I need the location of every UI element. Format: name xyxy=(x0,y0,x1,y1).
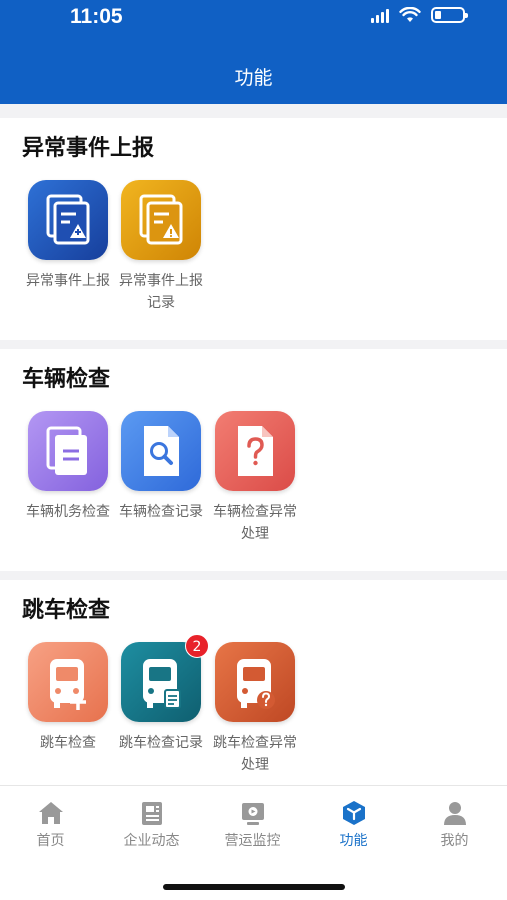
tile-label: 跳车检查异常处理 xyxy=(213,735,297,773)
document-search-icon xyxy=(121,411,201,491)
tab-label: 营运监控 xyxy=(224,833,281,849)
bottom-tab-bar: 首页 企业动态 营运监控 功能 我的 xyxy=(0,785,507,900)
tile-vehicle-maintenance-check[interactable]: 车辆机务检查 xyxy=(21,411,115,523)
tab-home[interactable]: 首页 xyxy=(0,786,101,856)
home-icon xyxy=(39,802,63,824)
tab-label: 功能 xyxy=(339,833,368,849)
function-cube-icon xyxy=(343,801,365,825)
tile-label: 跳车检查记录 xyxy=(119,735,203,751)
tab-news[interactable]: 企业动态 xyxy=(101,786,202,856)
tile-label: 跳车检查 xyxy=(40,735,96,751)
profile-icon xyxy=(444,802,466,825)
tile-label: 车辆机务检查 xyxy=(26,504,110,520)
section-bus-check: 跳车检查 跳车检查 2 跳车检查记录 跳车检查异常处理 xyxy=(0,580,507,785)
tab-function[interactable]: 功能 xyxy=(303,786,404,856)
bus-question-icon xyxy=(215,642,295,722)
tile-incident-report-records[interactable]: 异常事件上报记录 xyxy=(114,180,208,314)
header-bar: 11:05 功能 xyxy=(0,0,507,104)
tab-monitor[interactable]: 营运监控 xyxy=(202,786,303,856)
notification-badge: 2 xyxy=(185,634,209,658)
tile-vehicle-inspection-exception[interactable]: 车辆检查异常处理 xyxy=(208,411,302,545)
tile-label: 异常事件上报 xyxy=(26,273,110,289)
section-title: 车辆检查 xyxy=(22,367,111,392)
tile-incident-report[interactable]: 异常事件上报 xyxy=(21,180,115,292)
section-vehicle-inspection: 车辆检查 车辆机务检查 车辆检查记录 车辆检查异常处理 xyxy=(0,349,507,571)
section-title: 异常事件上报 xyxy=(22,136,155,161)
tile-bus-check-records[interactable]: 2 跳车检查记录 xyxy=(114,634,209,754)
news-icon xyxy=(142,802,162,825)
tab-label: 我的 xyxy=(440,833,469,849)
page-title: 功能 xyxy=(234,67,273,89)
tab-label: 企业动态 xyxy=(123,833,180,849)
home-indicator xyxy=(163,884,345,890)
document-copy-icon xyxy=(28,411,108,491)
bus-record-icon: 2 xyxy=(121,634,209,722)
tile-label: 车辆检查记录 xyxy=(119,504,203,520)
section-incident-report: 异常事件上报 异常事件上报 异常事件上报记录 xyxy=(0,118,507,340)
bus-add-icon xyxy=(28,642,108,722)
report-warning-icon xyxy=(121,180,201,260)
wifi-icon xyxy=(399,7,421,22)
tab-label: 首页 xyxy=(36,833,65,849)
signal-icon xyxy=(371,8,389,23)
battery-icon xyxy=(431,7,468,23)
document-question-icon xyxy=(215,411,295,491)
section-title: 跳车检查 xyxy=(22,598,111,623)
status-icons xyxy=(371,7,468,23)
tile-bus-check[interactable]: 跳车检查 xyxy=(21,642,115,754)
tile-label: 车辆检查异常处理 xyxy=(213,504,297,542)
status-time: 11:05 xyxy=(70,5,123,28)
tile-vehicle-inspection-records[interactable]: 车辆检查记录 xyxy=(114,411,208,523)
tab-profile[interactable]: 我的 xyxy=(404,786,505,856)
tile-bus-check-exception[interactable]: 跳车检查异常处理 xyxy=(208,642,302,776)
tile-label: 异常事件上报记录 xyxy=(119,273,203,311)
monitor-icon xyxy=(242,803,264,825)
report-add-icon xyxy=(28,180,108,260)
